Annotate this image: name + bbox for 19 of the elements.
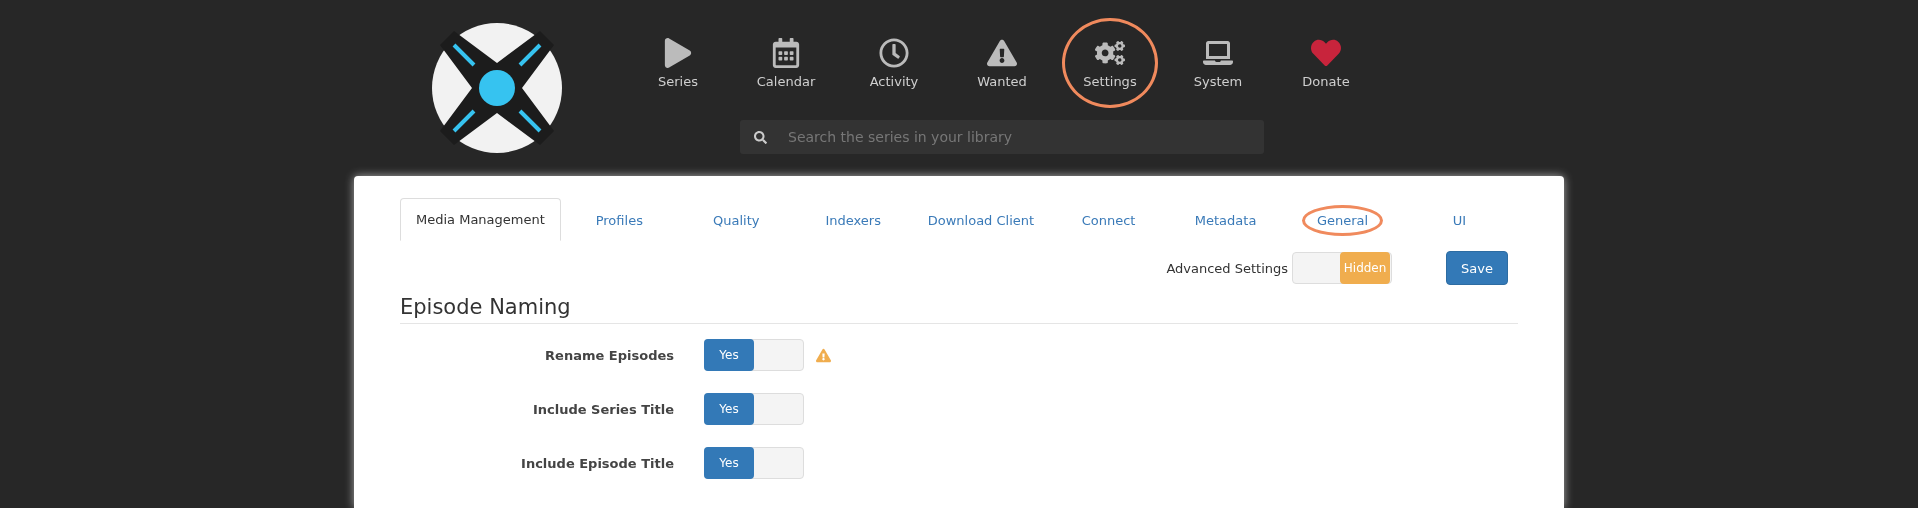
section-title: Episode Naming bbox=[400, 295, 1518, 324]
toggle-switch[interactable]: Yes bbox=[704, 339, 804, 371]
field-label: Rename Episodes bbox=[544, 347, 675, 363]
save-button[interactable]: Save bbox=[1446, 251, 1508, 285]
search-field[interactable]: Search the series in your library bbox=[740, 120, 1264, 154]
logo[interactable] bbox=[432, 23, 562, 153]
nav-item[interactable]: Calendar bbox=[738, 18, 834, 108]
field-label: Include Episode Title bbox=[520, 455, 675, 471]
tab[interactable]: Media Management bbox=[400, 198, 561, 241]
nav-item[interactable]: Activity bbox=[846, 18, 942, 108]
nav-item[interactable]: System bbox=[1170, 18, 1266, 108]
nav-item[interactable]: Donate bbox=[1278, 18, 1374, 108]
field-label: Include Series Title bbox=[531, 401, 675, 417]
toggle-switch[interactable]: Yes bbox=[704, 447, 804, 479]
nav-item[interactable]: Wanted bbox=[954, 18, 1050, 108]
nav-item[interactable]: Series bbox=[630, 18, 726, 108]
toggle-switch[interactable]: Yes bbox=[704, 393, 804, 425]
nav-item[interactable]: Settings bbox=[1062, 18, 1158, 108]
advanced-settings-label: Advanced Settings bbox=[1166, 260, 1289, 276]
